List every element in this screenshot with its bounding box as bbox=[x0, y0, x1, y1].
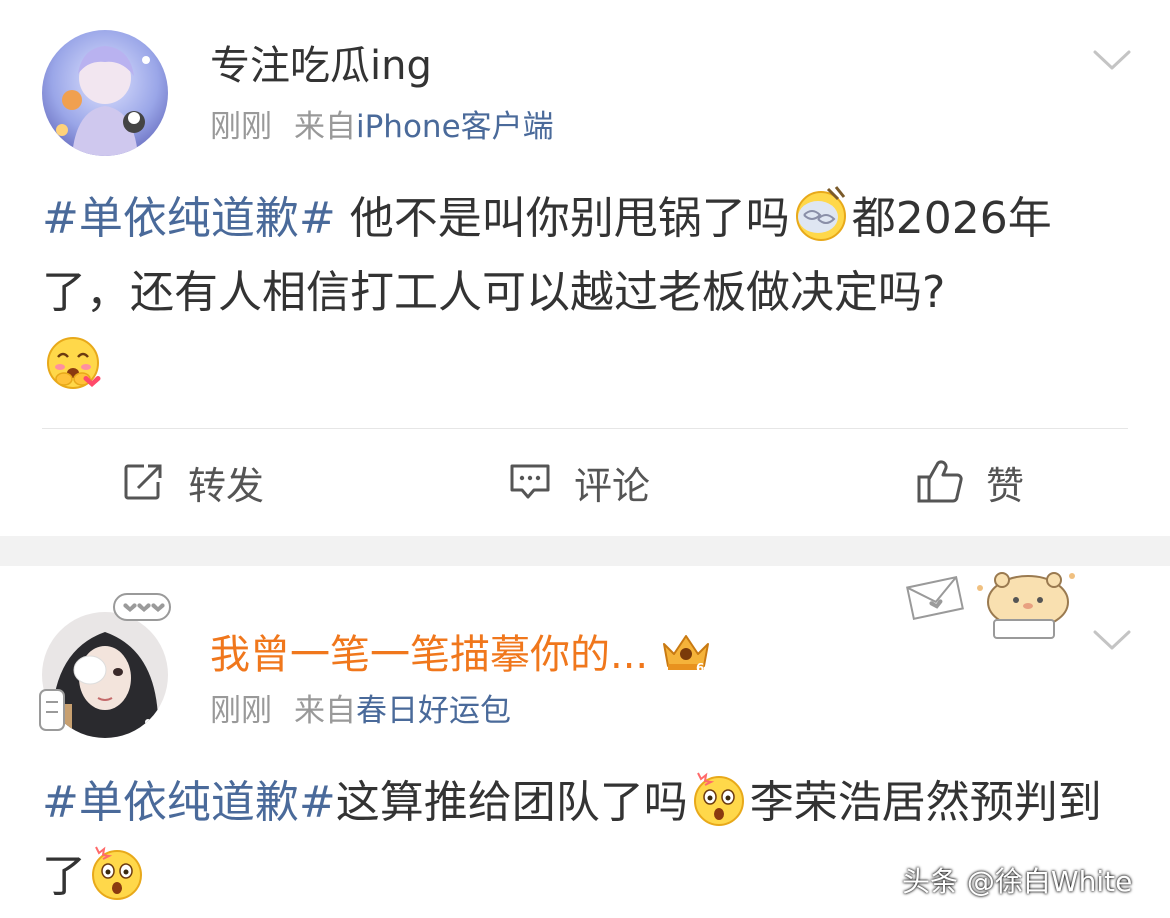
topic-link[interactable]: #单依纯道歉# bbox=[42, 777, 336, 828]
shocked-face-emoji bbox=[92, 846, 142, 900]
post-content: #单依纯道歉# 他不是叫你别甩锅了吗 都2026年了，还有人相信打工人可以越过老… bbox=[42, 182, 1132, 404]
chevron-down-icon[interactable] bbox=[1092, 628, 1132, 652]
username[interactable]: 专注吃瓜ing bbox=[210, 46, 432, 86]
crown-vip-badge-icon: 6 bbox=[663, 635, 710, 674]
post-meta: 刚刚 来自春日好运包 bbox=[210, 696, 511, 727]
svg-text:6: 6 bbox=[696, 661, 704, 674]
username[interactable]: 我曾一笔一笔描摹你的... 6 bbox=[210, 630, 714, 675]
source-link[interactable]: iPhone客户端 bbox=[356, 109, 554, 145]
source-prefix: 来自 bbox=[294, 109, 356, 145]
comment-icon bbox=[510, 464, 550, 499]
content-text: 他不是叫你别甩锅了吗 bbox=[335, 193, 790, 244]
avatar-pendant-icon bbox=[39, 689, 65, 731]
thumbs-up-icon bbox=[917, 460, 963, 503]
source-prefix: 来自 bbox=[294, 693, 356, 729]
post-time: 刚刚 bbox=[210, 693, 272, 729]
chevron-down-icon[interactable] bbox=[1092, 48, 1132, 72]
repost-icon bbox=[124, 464, 162, 500]
repost-label: 转发 bbox=[188, 463, 265, 508]
repost-button[interactable]: 转发 bbox=[122, 454, 264, 510]
comment-label: 评论 bbox=[574, 463, 651, 508]
source-link[interactable]: 春日好运包 bbox=[356, 693, 511, 729]
feed-separator bbox=[0, 536, 1170, 566]
watermark: 头条 @徐白White bbox=[902, 865, 1133, 898]
avatar-pendant-icon bbox=[113, 593, 171, 621]
hamster-decoration-icon bbox=[977, 572, 1075, 639]
username-text: 我曾一笔一笔描摹你的... bbox=[210, 632, 649, 678]
topic-link[interactable]: #单依纯道歉# bbox=[42, 193, 336, 244]
like-button[interactable]: 赞 bbox=[916, 454, 1024, 510]
post-time: 刚刚 bbox=[210, 109, 272, 145]
content-text: 这算推给团队了吗 bbox=[335, 777, 688, 828]
dizzy-face-emoji bbox=[795, 186, 846, 241]
avatar[interactable] bbox=[42, 30, 168, 156]
envelope-decoration-icon bbox=[906, 575, 964, 621]
post-divider bbox=[42, 428, 1128, 429]
comment-button[interactable]: 评论 bbox=[508, 454, 650, 510]
touched-blushing-emoji bbox=[47, 337, 101, 389]
shocked-face-emoji bbox=[693, 772, 744, 826]
like-label: 赞 bbox=[986, 463, 1025, 508]
post-card-1: 专注吃瓜ing 刚刚 来自iPhone客户端 #单依纯道歉# 他不是叫你别甩锅了吗… bbox=[0, 0, 1170, 536]
post-meta: 刚刚 来自iPhone客户端 bbox=[210, 112, 554, 143]
